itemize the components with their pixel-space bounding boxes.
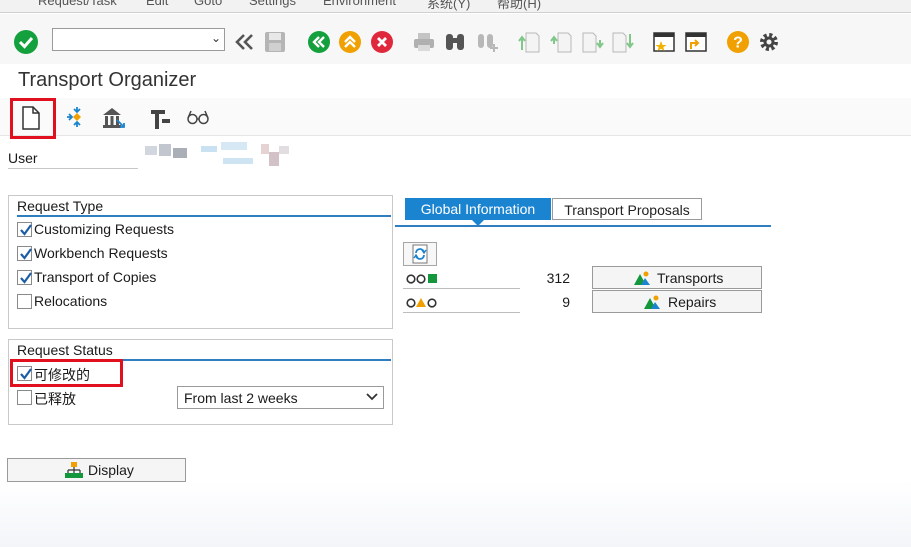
request-status-title: Request Status — [17, 342, 113, 358]
command-input[interactable] — [53, 29, 203, 50]
release-icon[interactable] — [100, 105, 126, 131]
back-icon[interactable] — [307, 30, 333, 56]
transports-count: 312 — [546, 270, 570, 286]
tab-strip-rule — [395, 225, 771, 227]
application-toolbar — [0, 98, 911, 136]
help-icon[interactable]: ? — [726, 30, 752, 56]
status-transports-icon — [406, 274, 437, 284]
menu-help[interactable]: 帮助(H) — [497, 0, 541, 12]
repairs-button-label: Repairs — [668, 294, 717, 310]
shortcut-icon[interactable] — [684, 30, 710, 56]
checkbox-customizing-requests[interactable] — [17, 222, 32, 237]
checkbox-workbench-requests[interactable] — [17, 246, 32, 261]
checkbox-label: 已释放 — [34, 391, 76, 407]
refresh-button[interactable] — [403, 242, 437, 266]
request-type-title: Request Type — [17, 198, 104, 214]
chevron-down-icon[interactable] — [366, 390, 378, 404]
exit-icon[interactable] — [338, 30, 364, 56]
display-button[interactable]: Display — [7, 458, 186, 482]
gear-icon[interactable] — [757, 30, 783, 56]
tab-global-information[interactable]: Global Information — [405, 198, 551, 220]
change-display-icon[interactable] — [65, 105, 91, 131]
chevron-down-icon[interactable]: ⌄ — [211, 31, 221, 45]
checkbox-label: Relocations — [34, 293, 108, 309]
group-rule — [17, 215, 391, 217]
display-glasses-icon[interactable] — [186, 107, 212, 133]
menubar: Request/Task Edit Goto Settings Environm… — [0, 0, 911, 13]
checkbox-released[interactable] — [17, 390, 32, 405]
user-label-underline — [8, 168, 138, 169]
status-repairs-icon — [406, 298, 437, 308]
tools-icon[interactable] — [148, 105, 174, 131]
tab-transport-proposals[interactable]: Transport Proposals — [552, 198, 702, 220]
checkbox-label: 可修改的 — [34, 367, 90, 383]
create-document-icon[interactable] — [19, 105, 45, 131]
checkbox-label: Transport of Copies — [34, 269, 157, 285]
row-rule — [403, 312, 520, 313]
command-field[interactable]: ⌄ — [52, 28, 225, 51]
user-label: User — [8, 150, 38, 166]
checkbox-modifiable[interactable] — [17, 366, 32, 381]
repairs-count: 9 — [562, 294, 570, 310]
previous-page-icon[interactable] — [549, 30, 575, 56]
menu-goto[interactable]: Goto — [194, 0, 222, 8]
checkbox-transport-of-copies[interactable] — [17, 270, 32, 285]
menu-settings[interactable]: Settings — [249, 0, 296, 8]
transports-button-label: Transports — [657, 270, 724, 286]
cancel-icon[interactable] — [370, 30, 396, 56]
repairs-button[interactable]: Repairs — [592, 290, 762, 313]
mountain-icon — [644, 295, 660, 309]
checkbox-label: Workbench Requests — [34, 245, 168, 261]
svg-text:?: ? — [733, 35, 743, 52]
mountain-icon — [634, 271, 650, 285]
transports-button[interactable]: Transports — [592, 266, 762, 289]
menu-request-task[interactable]: Request/Task — [38, 0, 117, 8]
footer-background — [0, 480, 911, 547]
find-next-icon[interactable] — [475, 30, 501, 56]
next-page-icon[interactable] — [581, 30, 607, 56]
first-page-icon[interactable] — [517, 30, 543, 56]
refresh-icon — [412, 244, 428, 264]
period-select[interactable]: From last 2 weeks — [177, 386, 384, 409]
hierarchy-icon — [65, 462, 83, 478]
enter-checkmark-icon[interactable] — [13, 29, 39, 55]
double-chevron-left-icon[interactable] — [233, 31, 259, 57]
menu-edit[interactable]: Edit — [146, 0, 168, 8]
menu-system[interactable]: 系统(Y) — [427, 0, 470, 12]
period-selected-value: From last 2 weeks — [184, 390, 298, 406]
page-title: Transport Organizer — [18, 69, 197, 91]
menu-environment[interactable]: Environment — [323, 0, 396, 8]
user-value-redacted[interactable] — [143, 140, 293, 172]
save-icon[interactable] — [263, 30, 289, 56]
print-icon[interactable] — [412, 30, 438, 56]
checkbox-label: Customizing Requests — [34, 221, 175, 237]
checkbox-relocations[interactable] — [17, 294, 32, 309]
last-page-icon[interactable] — [611, 30, 637, 56]
create-session-icon[interactable] — [652, 30, 678, 56]
row-rule — [403, 288, 520, 289]
display-button-label: Display — [88, 462, 134, 478]
find-binoculars-icon[interactable] — [443, 30, 469, 56]
